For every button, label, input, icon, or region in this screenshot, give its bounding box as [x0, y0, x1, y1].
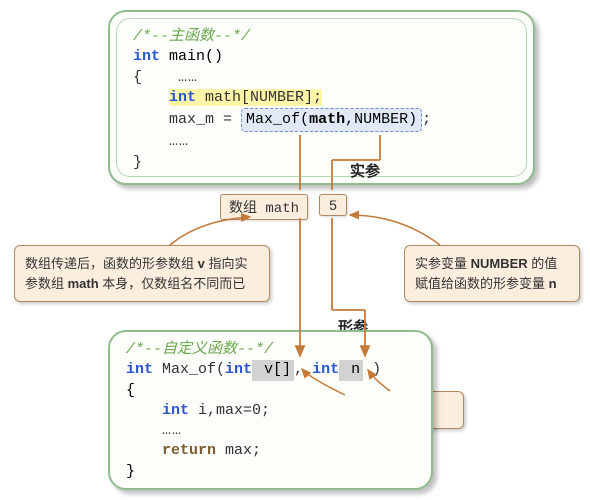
note-value-pass: 实参变量 NUMBER 的值赋值给函数的形参变量 n — [404, 245, 580, 302]
value-box-five: 5 — [319, 194, 347, 216]
udf-panel: /*--自定义函数--*/ int Max_of(int v[], int n … — [108, 330, 433, 490]
brace-open: { — [133, 69, 142, 86]
note-array-pass: 数组传递后，函数的形参数组 v 指向实参数组 math 本身，仅数组名不同而已 — [14, 245, 270, 302]
array-decl: int math[NUMBER]; — [169, 89, 322, 106]
udf-comment: /*--自定义函数--*/ — [126, 341, 273, 358]
kw-int: int — [133, 48, 160, 65]
dots1: …… — [178, 69, 198, 86]
main-comment: /*--主函数--*/ — [133, 28, 250, 45]
param-v: v[] — [252, 360, 294, 380]
dots2: …… — [169, 133, 189, 150]
panel-inner-border: /*--主函数--*/ int main() { …… int math[NUM… — [116, 18, 527, 177]
value-box-math: 数组 math — [220, 194, 308, 220]
label-actual-param: 实参 — [350, 160, 380, 181]
main-code: /*--主函数--*/ int main() { …… int math[NUM… — [133, 27, 510, 173]
param-n: n — [339, 360, 363, 380]
arg-math: math — [309, 111, 345, 128]
arg-number: NUMBER — [354, 111, 408, 128]
udf-code: /*--自定义函数--*/ int Max_of(int v[], int n … — [126, 340, 415, 482]
main-name: main() — [160, 48, 223, 65]
brace-close: } — [133, 154, 142, 171]
call-expression: Max_of(math,NUMBER) — [241, 108, 422, 132]
assign-lhs: max_m = — [169, 111, 241, 128]
main-function-panel: /*--主函数--*/ int main() { …… int math[NUM… — [108, 10, 535, 185]
